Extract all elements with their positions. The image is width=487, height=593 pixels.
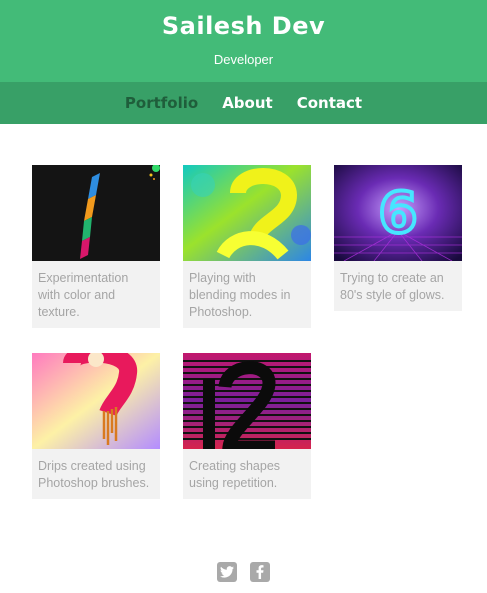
site-footer [0, 562, 487, 582]
portfolio-card[interactable]: Experimentation with color and texture. [32, 165, 160, 328]
portfolio-thumbnail[interactable] [32, 353, 160, 449]
portfolio-thumbnail[interactable] [183, 165, 311, 261]
svg-text:6: 6 [379, 181, 418, 246]
portfolio-card[interactable]: Creating shapes using repetition. [183, 353, 311, 499]
nav-portfolio[interactable]: Portfolio [125, 94, 198, 112]
twitter-icon[interactable] [217, 562, 237, 582]
nav-about[interactable]: About [222, 94, 273, 112]
portfolio-caption: Experimentation with color and texture. [38, 271, 129, 319]
portfolio-card[interactable]: 6 Trying to create an 80's style of glow… [334, 165, 462, 311]
portfolio-card[interactable]: Drips created using Photoshop brushes. [32, 353, 160, 499]
main-nav: Portfolio About Contact [0, 82, 487, 124]
portfolio-caption: Drips created using Photoshop brushes. [38, 459, 150, 490]
site-title: Sailesh Dev [161, 12, 326, 40]
portfolio-caption: Playing with blending modes in Photoshop… [189, 271, 291, 319]
portfolio-thumbnail[interactable]: 6 [334, 165, 462, 261]
portfolio-card[interactable]: Playing with blending modes in Photoshop… [183, 165, 311, 328]
nav-contact[interactable]: Contact [297, 94, 362, 112]
portfolio-caption: Trying to create an 80's style of glows. [340, 271, 445, 302]
facebook-icon[interactable] [250, 562, 270, 582]
portfolio-thumbnail[interactable] [183, 353, 311, 449]
site-header: Sailesh Dev Developer [0, 0, 487, 82]
site-tagline: Developer [213, 52, 274, 67]
portfolio-thumbnail[interactable] [32, 165, 160, 261]
portfolio-caption: Creating shapes using repetition. [189, 459, 281, 490]
